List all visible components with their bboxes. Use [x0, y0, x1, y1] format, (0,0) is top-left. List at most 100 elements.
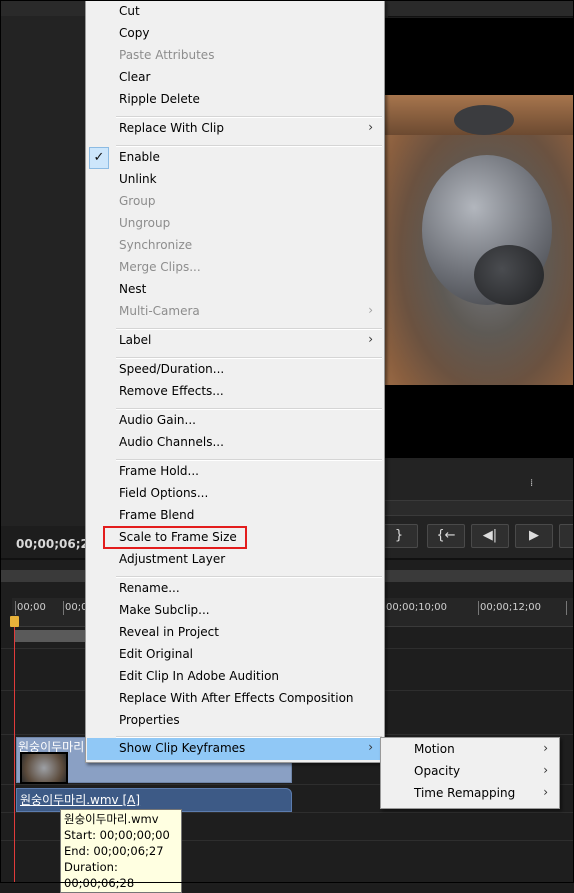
- menu-item-label: Label: [119, 333, 152, 347]
- menu-item-make-subclip[interactable]: Make Subclip...: [87, 600, 383, 622]
- menu-item-label: Rename...: [119, 581, 180, 595]
- menu-item-replace-with-clip[interactable]: Replace With Clip ›: [87, 118, 383, 140]
- audio-clip-title: 원숭이두마리.wmv [A]: [20, 793, 141, 807]
- monitor-time-ruler[interactable]: [384, 500, 574, 516]
- menu-item-edit-clip-in-adobe-audition[interactable]: Edit Clip In Adobe Audition: [87, 666, 383, 688]
- submenu-item-motion[interactable]: Motion ›: [382, 739, 558, 761]
- tooltip-end: End: 00;00;06;27: [64, 844, 164, 858]
- submenu-item-label: Motion: [414, 742, 455, 756]
- submenu-item-label: Opacity: [414, 764, 461, 778]
- menu-item-label: Nest: [119, 282, 147, 296]
- menu-item-label: Enable: [119, 150, 160, 164]
- checkmark-icon: ✓: [89, 147, 109, 169]
- menu-item-label: Ripple Delete: [119, 92, 200, 106]
- menu-item-properties[interactable]: Properties: [87, 710, 383, 732]
- menu-item-enable[interactable]: ✓ Enable: [87, 147, 383, 169]
- mark-out-button[interactable]: }: [380, 524, 418, 548]
- menu-item-audio-gain[interactable]: Audio Gain...: [87, 410, 383, 432]
- submenu-item-label: Time Remapping: [414, 786, 516, 800]
- work-area-bar[interactable]: [14, 630, 86, 642]
- menu-item-label: Speed/Duration...: [119, 362, 225, 376]
- source-timecode[interactable]: 00;00;06;2: [16, 537, 89, 551]
- menu-item-label: Show Clip Keyframes: [119, 741, 246, 755]
- tooltip-name: 원숭이두마리.wmv: [64, 812, 159, 826]
- menu-item-label: Edit Original: [119, 647, 194, 661]
- menu-item-field-options[interactable]: Field Options...: [87, 483, 383, 505]
- menu-item-synchronize: Synchronize: [87, 235, 383, 257]
- menu-item-label: Properties: [119, 713, 180, 727]
- menu-item-label: Replace With Clip: [119, 121, 225, 135]
- menu-item-label: Group: [119, 194, 156, 208]
- video-preview-frame: [384, 95, 574, 385]
- menu-item-ripple-delete[interactable]: Ripple Delete: [87, 89, 383, 111]
- menu-item-replace-with-after-effects-composition[interactable]: Replace With After Effects Composition: [87, 688, 383, 710]
- menu-item-label: Audio Channels...: [119, 435, 224, 449]
- step-back-button[interactable]: ◀|: [471, 524, 509, 548]
- submenu-item-opacity[interactable]: Opacity ›: [382, 761, 558, 783]
- menu-item-label: Audio Gain...: [119, 413, 196, 427]
- ruler-label: 00;00;12;00: [480, 602, 542, 613]
- submenu-arrow-icon: ›: [368, 740, 373, 754]
- submenu-arrow-icon: ›: [543, 741, 548, 755]
- menu-item-label: Replace With After Effects Composition: [119, 691, 354, 705]
- menu-item-frame-blend[interactable]: Frame Blend: [87, 505, 383, 527]
- menu-item-rename[interactable]: Rename...: [87, 578, 383, 600]
- menu-item-paste-attributes: Paste Attributes: [87, 45, 383, 67]
- menu-item-label[interactable]: Label ›: [87, 330, 383, 352]
- menu-item-label: Frame Hold...: [119, 464, 199, 478]
- submenu-arrow-icon: ›: [543, 785, 548, 799]
- menu-item-label: Paste Attributes: [119, 48, 215, 62]
- annotation-highlight-box: [103, 526, 247, 549]
- menu-item-label: Cut: [119, 4, 140, 18]
- clip-tooltip: 원숭이두마리.wmv Start: 00;00;00;00 End: 00;00…: [60, 809, 182, 893]
- menu-item-frame-hold[interactable]: Frame Hold...: [87, 461, 383, 483]
- menu-item-clear[interactable]: Clear: [87, 67, 383, 89]
- step-forward-button[interactable]: [559, 524, 574, 548]
- menu-item-label: Unlink: [119, 172, 157, 186]
- submenu-arrow-icon: ›: [543, 763, 548, 777]
- menu-item-cut[interactable]: Cut: [87, 1, 383, 23]
- menu-item-multi-camera: Multi-Camera ›: [87, 301, 383, 323]
- menu-item-label: Ungroup: [119, 216, 171, 230]
- monitor-playhead-icon[interactable]: ⁞: [530, 478, 533, 489]
- menu-item-audio-channels[interactable]: Audio Channels...: [87, 432, 383, 454]
- menu-item-label: Reveal in Project: [119, 625, 219, 639]
- menu-item-label: Copy: [119, 26, 150, 40]
- ruler-label: 00;00;10;00: [386, 602, 448, 613]
- ruler-label: 00;00: [17, 602, 46, 613]
- submenu-item-time-remapping[interactable]: Time Remapping ›: [382, 783, 558, 805]
- play-button[interactable]: ▶: [515, 524, 553, 548]
- clip-thumbnail: [20, 752, 68, 784]
- playhead-line[interactable]: [14, 620, 15, 883]
- menu-item-unlink[interactable]: Unlink: [87, 169, 383, 191]
- menu-item-group: Group: [87, 191, 383, 213]
- menu-item-label: Synchronize: [119, 238, 193, 252]
- menu-item-adjustment-layer[interactable]: Adjustment Layer: [87, 549, 383, 571]
- tooltip-duration: Duration: 00;00;06;28: [64, 860, 135, 890]
- go-to-in-button[interactable]: {←: [427, 524, 465, 548]
- menu-item-label: Make Subclip...: [119, 603, 210, 617]
- clip-context-menu: Cut Copy Paste Attributes Clear Ripple Delet…: [85, 0, 385, 763]
- menu-item-copy[interactable]: Copy: [87, 23, 383, 45]
- menu-item-ungroup: Ungroup: [87, 213, 383, 235]
- menu-item-label: Edit Clip In Adobe Audition: [119, 669, 280, 683]
- submenu-arrow-icon: ›: [368, 303, 373, 317]
- playhead-icon[interactable]: [10, 616, 19, 627]
- keyframes-submenu: Motion › Opacity › Time Remapping ›: [380, 737, 560, 809]
- menu-item-merge-clips: Merge Clips...: [87, 257, 383, 279]
- menu-item-label: Merge Clips...: [119, 260, 201, 274]
- menu-item-label: Multi-Camera: [119, 304, 200, 318]
- menu-item-nest[interactable]: Nest: [87, 279, 383, 301]
- menu-item-label: Remove Effects...: [119, 384, 224, 398]
- submenu-arrow-icon: ›: [368, 120, 373, 134]
- menu-item-speed-duration[interactable]: Speed/Duration...: [87, 359, 383, 381]
- menu-item-edit-original[interactable]: Edit Original: [87, 644, 383, 666]
- submenu-arrow-icon: ›: [368, 332, 373, 346]
- menu-item-show-clip-keyframes[interactable]: Show Clip Keyframes ›: [87, 738, 383, 760]
- menu-item-remove-effects[interactable]: Remove Effects...: [87, 381, 383, 403]
- menu-item-label: Adjustment Layer: [119, 552, 226, 566]
- menu-item-label: Field Options...: [119, 486, 209, 500]
- menu-item-reveal-in-project[interactable]: Reveal in Project: [87, 622, 383, 644]
- tooltip-start: Start: 00;00;00;00: [64, 828, 170, 842]
- menu-item-label: Frame Blend: [119, 508, 195, 522]
